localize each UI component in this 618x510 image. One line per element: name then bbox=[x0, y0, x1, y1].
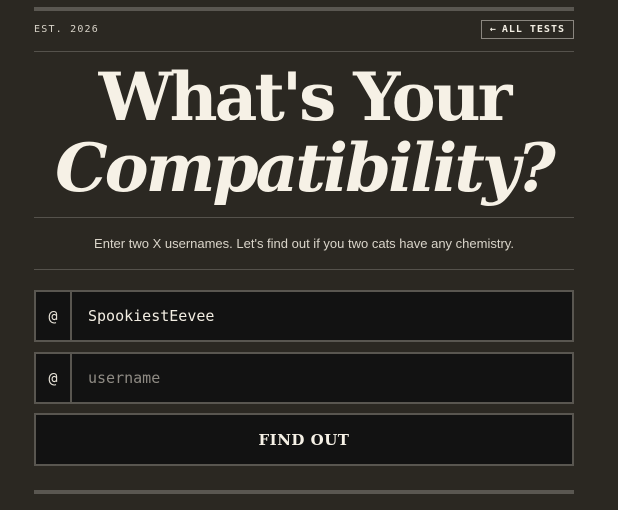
est-label: EST. 2026 bbox=[34, 24, 99, 35]
username-field-2: @ bbox=[34, 352, 574, 404]
page-container: EST. 2026 ← ALL TESTS What's Your Compat… bbox=[34, 0, 574, 510]
username-input-1[interactable] bbox=[72, 292, 572, 340]
arrow-left-icon: ← bbox=[489, 24, 497, 35]
page-subtitle: Enter two X usernames. Let's find out if… bbox=[94, 236, 514, 251]
page-title-line2: Compatibility? bbox=[55, 129, 556, 207]
top-rule bbox=[34, 7, 574, 11]
all-tests-button[interactable]: ← ALL TESTS bbox=[480, 20, 574, 39]
title-divider bbox=[34, 217, 574, 218]
header-divider bbox=[34, 51, 574, 52]
at-symbol-icon: @ bbox=[36, 354, 72, 402]
subtitle-divider bbox=[34, 269, 574, 270]
at-symbol-icon: @ bbox=[36, 292, 72, 340]
all-tests-label: ALL TESTS bbox=[501, 24, 565, 35]
find-out-button[interactable]: FIND OUT bbox=[34, 413, 574, 466]
username-input-2[interactable] bbox=[72, 354, 572, 402]
bottom-rule bbox=[34, 490, 574, 494]
page-title-line1: What's Your bbox=[98, 58, 513, 136]
username-field-1: @ bbox=[34, 290, 574, 342]
